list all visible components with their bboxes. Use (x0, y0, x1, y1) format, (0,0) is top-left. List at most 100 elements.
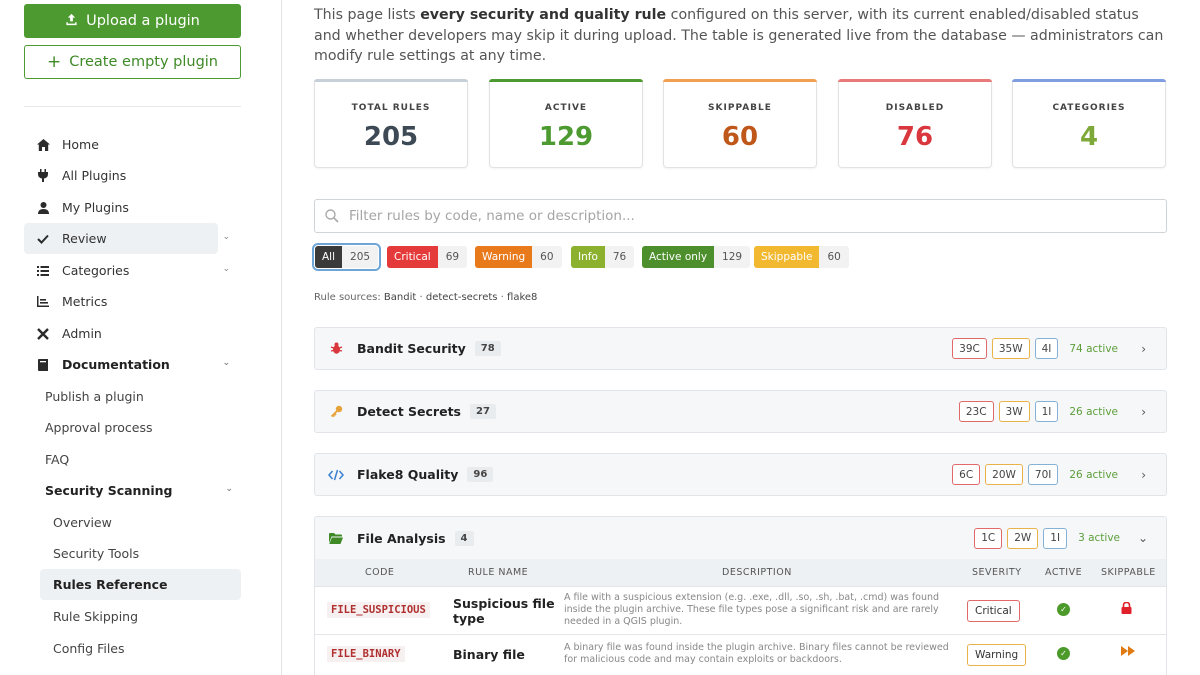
group-name: Detect Secrets (357, 404, 461, 419)
search-input[interactable] (349, 208, 1129, 224)
stat-label: SKIPPABLE (708, 103, 772, 113)
group-badges: 6C 20W 70I 26 active (952, 464, 1118, 485)
sidebar-item-security-scanning[interactable]: Security Scanning ⌄ (45, 475, 239, 506)
filter-chip-critical[interactable]: Critical 69 (387, 246, 468, 268)
chevron-down-icon[interactable]: ⌄ (225, 484, 233, 494)
sidebar-item-config-files[interactable]: Config Files (53, 633, 125, 664)
rule-code: FILE_SUSPICIOUS (327, 602, 430, 618)
col-header-skippable: SKIPPABLE (1101, 567, 1156, 578)
filter-chip-warning[interactable]: Warning 60 (475, 246, 562, 268)
lock-icon (1121, 601, 1132, 617)
warning-count-badge: 35W (991, 338, 1030, 359)
sidebar-item-all-plugins[interactable]: All Plugins (24, 160, 218, 191)
search-icon (315, 209, 349, 223)
rule-group-header[interactable]: File Analysis 4 1C 2W 1I 3 active ⌄ (315, 517, 1166, 559)
book-icon (24, 358, 62, 371)
plug-icon (24, 169, 62, 182)
rule-filter-search (314, 199, 1167, 233)
critical-count-badge: 23C (958, 401, 994, 422)
filter-chip-skippable[interactable]: Skippable 60 (754, 246, 849, 268)
sidebar-item-metrics[interactable]: Metrics (24, 286, 218, 317)
sidebar-item-label: Admin (62, 326, 102, 341)
filter-chip-info[interactable]: Info 76 (571, 246, 635, 268)
stat-card-accent (838, 79, 992, 82)
sidebar-item-home[interactable]: Home (24, 129, 218, 160)
rule-name: Suspicious file type (453, 596, 555, 626)
chevron-right-icon[interactable]: › (1141, 468, 1146, 482)
sidebar-item-admin[interactable]: Admin (24, 318, 218, 349)
sidebar-item-label: Rules Reference (53, 577, 168, 592)
rule-group-bandit-security[interactable]: Bandit Security 78 39C 35W 4I 74 active … (314, 327, 1167, 370)
sidebar-item-rules-reference[interactable]: Rules Reference (40, 569, 241, 600)
table-row: FILE_BINARY Binary file A binary file wa… (315, 634, 1166, 675)
plus-icon: + (46, 52, 62, 72)
chip-label: Skippable (754, 246, 820, 268)
rule-description: A file with a suspicious extension (e.g.… (564, 592, 940, 627)
rule-group-flake8-quality[interactable]: Flake8 Quality 96 6C 20W 70I 26 active › (314, 453, 1167, 496)
group-badges: 39C 35W 4I 74 active (952, 338, 1118, 359)
sidebar-item-publish-plugin[interactable]: Publish a plugin (45, 381, 144, 412)
upload-plugin-button[interactable]: Upload a plugin (24, 4, 241, 38)
group-count: 78 (474, 341, 501, 356)
group-name: Bandit Security (357, 341, 466, 356)
create-empty-plugin-button[interactable]: + Create empty plugin (24, 45, 241, 79)
sidebar-item-categories[interactable]: Categories ⌄ (24, 255, 230, 286)
stat-card-active: ACTIVE 129 (489, 79, 643, 168)
sidebar-item-label: Home (62, 137, 99, 152)
filter-chip-active-only[interactable]: Active only 129 (642, 246, 751, 268)
stat-card-disabled: DISABLED 76 (838, 79, 992, 168)
chevron-down-icon[interactable]: ⌄ (1138, 531, 1148, 545)
sidebar-item-label: All Plugins (62, 168, 127, 183)
sidebar-item-faq[interactable]: FAQ (45, 444, 69, 475)
filter-chip-all[interactable]: All 205 (311, 243, 382, 271)
intro-text: This page lists every security and quali… (314, 5, 1168, 67)
active-count: 74 active (1069, 342, 1118, 355)
sidebar-item-security-tools[interactable]: Security Tools (53, 538, 139, 569)
stat-label: ACTIVE (544, 103, 588, 113)
stat-card-skippable: SKIPPABLE 60 (663, 79, 817, 168)
sidebar-item-label: Security Tools (53, 546, 140, 561)
chip-count: 205 (342, 246, 379, 268)
chevron-down-icon[interactable]: ⌄ (222, 358, 230, 368)
info-count-badge: 1I (1043, 527, 1068, 549)
rule-source-item: Bandit (383, 292, 417, 303)
active-check-icon: ✓ (1057, 603, 1070, 616)
sidebar-item-label: Review (62, 231, 107, 246)
stat-value: 76 (896, 122, 934, 152)
chevron-right-icon[interactable]: › (1141, 342, 1146, 356)
critical-count-badge: 1C (974, 527, 1003, 549)
sidebar-item-label: Documentation (62, 357, 170, 372)
sidebar-item-label: Metrics (62, 294, 108, 309)
info-count-badge: 4I (1034, 338, 1059, 359)
intro-text-bold: every security and quality rule (420, 7, 667, 23)
stat-card-accent (489, 79, 643, 82)
group-name: File Analysis (357, 530, 446, 546)
sidebar-item-approval-process[interactable]: Approval process (45, 412, 152, 443)
warning-count-badge: 3W (998, 401, 1030, 422)
sidebar-item-overview[interactable]: Overview (53, 507, 112, 538)
rule-description: A binary file was found inside the plugi… (564, 642, 949, 665)
stat-card-accent (1012, 79, 1166, 82)
rule-group-detect-secrets[interactable]: Detect Secrets 27 23C 3W 1I 26 active › (314, 390, 1167, 433)
sidebar: Upload a plugin + Create empty plugin Ho… (0, 0, 282, 675)
sidebar-item-label: Approval process (45, 420, 153, 435)
rule-name: Binary file (453, 647, 525, 662)
stat-label: DISABLED (885, 103, 945, 113)
sidebar-item-documentation[interactable]: Documentation ⌄ (24, 349, 230, 380)
stat-label: TOTAL RULES (351, 103, 431, 113)
active-check-icon: ✓ (1057, 647, 1070, 660)
sidebar-item-label: My Plugins (62, 200, 129, 215)
sidebar-item-rule-skipping[interactable]: Rule Skipping (53, 601, 138, 632)
sidebar-item-my-plugins[interactable]: My Plugins (24, 192, 218, 223)
chevron-right-icon[interactable]: › (1141, 405, 1146, 419)
sidebar-item-review[interactable]: Review ⌄ (24, 223, 230, 254)
chevron-down-icon[interactable]: ⌄ (222, 264, 230, 274)
chip-label: Active only (642, 246, 715, 268)
sidebar-item-label: FAQ (45, 452, 70, 467)
table-row: FILE_SUSPICIOUS Suspicious file type A f… (315, 586, 1166, 634)
group-badges: 1C 2W 1I 3 active (974, 527, 1120, 549)
col-header-active: ACTIVE (1045, 567, 1083, 578)
chevron-down-icon[interactable]: ⌄ (222, 232, 230, 242)
key-icon (315, 405, 357, 418)
rule-sources: Rule sources: Bandit · detect-secrets · … (314, 292, 538, 303)
